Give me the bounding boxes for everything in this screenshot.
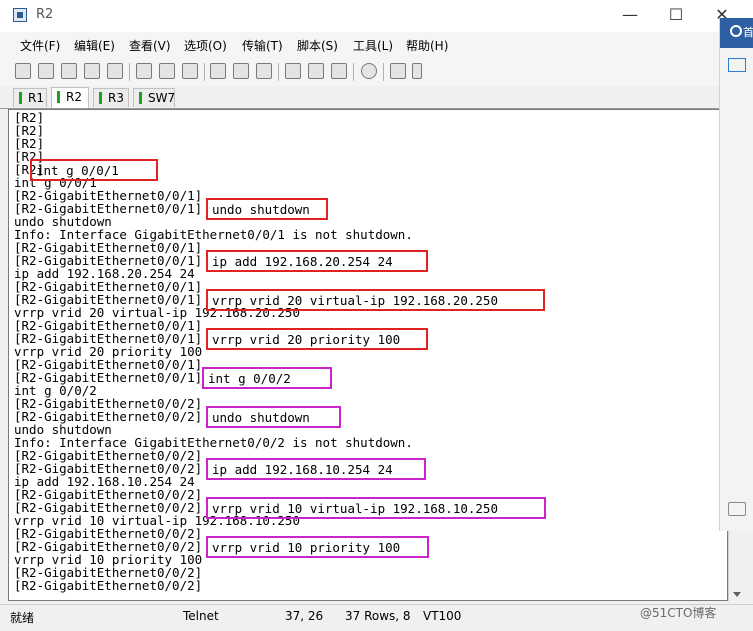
tab-r3[interactable]: R3 [93, 88, 129, 107]
tab-status-icon [99, 92, 102, 104]
minimize-button[interactable]: — [615, 4, 645, 26]
toolbar-separator [129, 63, 130, 81]
menu-bar: 文件(F) 编辑(E) 查看(V) 选项(O) 传输(T) 脚本(S) 工具(L… [0, 32, 753, 58]
highlighted-command: vrrp vrid 10 virtual-ip 192.168.10.250 [212, 501, 498, 516]
side-panel-header[interactable]: 首 [720, 18, 753, 48]
image-icon[interactable] [728, 58, 746, 72]
terminal-line: [R2-GigabitEthernet0/0/2] [14, 578, 203, 593]
tab-status-icon [19, 92, 22, 104]
window-title: R2 [36, 7, 54, 22]
tab-sw7[interactable]: SW7 [133, 88, 175, 107]
annotation-box: ip add 192.168.10.254 24 [206, 458, 426, 480]
title-bar[interactable]: R2 — ☐ ✕ [0, 0, 753, 32]
terminal-prompt: [R2-GigabitEthernet0/0/2] [14, 409, 203, 424]
scroll-down-icon[interactable] [733, 592, 741, 597]
print-icon[interactable] [256, 63, 272, 79]
annotation-box: int g 0/0/1 [30, 159, 158, 181]
menu-view[interactable]: 查看(V) [129, 37, 171, 54]
toolbar-separator [383, 63, 384, 81]
tab-label: R3 [108, 91, 124, 105]
global-options-icon[interactable] [308, 63, 324, 79]
menu-help[interactable]: 帮助(H) [406, 37, 448, 54]
menu-script[interactable]: 脚本(S) [297, 37, 338, 54]
session-options-icon[interactable] [285, 63, 301, 79]
print-preview-icon[interactable] [233, 63, 249, 79]
highlighted-command: ip add 192.168.10.254 24 [212, 462, 393, 477]
side-panel: 首 [719, 18, 753, 531]
terminal-prompt: [R2-GigabitEthernet0/0/1] [14, 370, 203, 385]
tab-status-icon [139, 92, 142, 104]
copy-icon[interactable] [136, 63, 152, 79]
annotation-box: int g 0/0/2 [202, 367, 332, 389]
sftp-icon[interactable] [390, 63, 406, 79]
disconnect-icon[interactable] [107, 63, 123, 79]
terminal-prompt: [R2-GigabitEthernet0/0/1] [14, 201, 203, 216]
menu-tools[interactable]: 工具(L) [353, 37, 393, 54]
terminal-prompt: [R2-GigabitEthernet0/0/1] [14, 292, 203, 307]
folder-icon[interactable] [728, 502, 746, 516]
highlighted-command: vrrp vrid 10 priority 100 [212, 540, 401, 555]
tab-label: R2 [66, 90, 82, 104]
highlighted-command: undo shutdown [212, 410, 310, 425]
help-icon[interactable] [361, 63, 377, 79]
highlighted-command: int g 0/0/1 [36, 163, 119, 178]
annotation-box: vrrp vrid 10 virtual-ip 192.168.10.250 [206, 497, 546, 519]
toolbar-overflow-icon[interactable] [412, 63, 422, 79]
user-icon [730, 25, 742, 37]
connect-icon[interactable] [15, 63, 31, 79]
toolbar-separator [204, 63, 205, 81]
status-cursor: 37, 26 [285, 609, 324, 623]
side-panel-label: 首 [743, 26, 753, 39]
terminal-prompt: [R2-GigabitEthernet0/0/1] [14, 253, 203, 268]
tab-status-icon [57, 91, 60, 103]
annotation-box: undo shutdown [206, 198, 328, 220]
status-ready: 就绪 [10, 611, 35, 625]
status-protocol: Telnet [183, 609, 219, 623]
highlighted-command: undo shutdown [212, 202, 310, 217]
tab-label: SW7 [148, 91, 176, 105]
tab-r1[interactable]: R1 [13, 88, 47, 107]
paste-icon[interactable] [159, 63, 175, 79]
annotation-box: undo shutdown [206, 406, 341, 428]
connect-tab-icon[interactable] [61, 63, 77, 79]
terminal-console[interactable]: [R2] [R2] [R2] [R2] int g 0/0/1 [R2-GigabitEt… [8, 109, 728, 601]
quick-connect-icon[interactable] [38, 63, 54, 79]
find-icon[interactable] [182, 63, 198, 79]
annotation-box: vrrp vrid 20 virtual-ip 192.168.20.250 [206, 289, 545, 311]
highlighted-command: int g 0/0/2 [208, 371, 291, 386]
annotation-box: ip add 192.168.20.254 24 [206, 250, 428, 272]
status-rows: 37 Rows, 8 [345, 609, 411, 623]
reconnect-icon[interactable] [84, 63, 100, 79]
print-setup-icon[interactable] [210, 63, 226, 79]
tab-r2[interactable]: R2 [51, 87, 89, 108]
menu-file[interactable]: 文件(F) [20, 37, 60, 54]
terminal-prompt: [R2-GigabitEthernet0/0/2] [14, 461, 203, 476]
toolbar [0, 58, 753, 87]
terminal-prompt: [R2-GigabitEthernet0/0/2] [14, 500, 203, 515]
securecrt-window: R2 — ☐ ✕ 文件(F) 编辑(E) 查看(V) 选项(O) 传输(T) 脚… [0, 0, 753, 631]
toolbar-separator [278, 63, 279, 81]
highlighted-command: vrrp vrid 20 virtual-ip 192.168.20.250 [212, 293, 498, 308]
maximize-button[interactable]: ☐ [661, 4, 691, 26]
menu-transfer[interactable]: 传输(T) [242, 37, 283, 54]
annotation-box: vrrp vrid 10 priority 100 [206, 536, 429, 558]
watermark: @51CTO博客 [640, 606, 717, 620]
status-terminal-type: VT100 [423, 609, 462, 623]
toolbar-separator [353, 63, 354, 81]
key-icon[interactable] [331, 63, 347, 79]
highlighted-command: vrrp vrid 20 priority 100 [212, 332, 401, 347]
annotation-box: vrrp vrid 20 priority 100 [206, 328, 428, 350]
session-tab-bar: R1 R2 R3 SW7 [0, 86, 753, 109]
tab-label: R1 [28, 91, 44, 105]
terminal-prompt: [R2-GigabitEthernet0/0/1] [14, 331, 203, 346]
app-icon [13, 8, 27, 22]
highlighted-command: ip add 192.168.20.254 24 [212, 254, 393, 269]
menu-edit[interactable]: 编辑(E) [74, 37, 115, 54]
menu-options[interactable]: 选项(O) [184, 37, 227, 54]
terminal-prompt: [R2-GigabitEthernet0/0/2] [14, 539, 203, 554]
